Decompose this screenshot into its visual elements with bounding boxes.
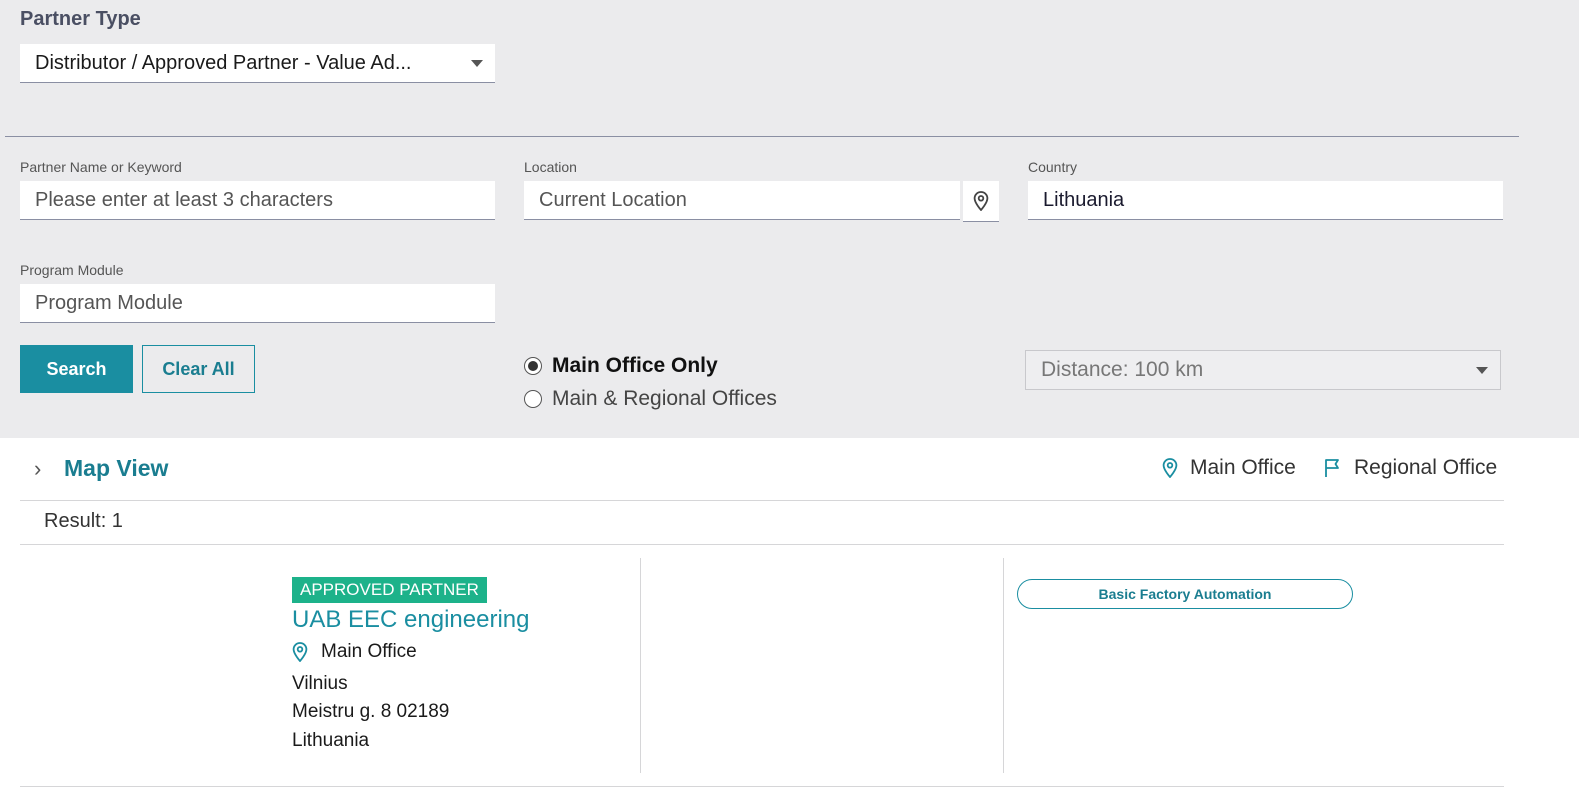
radio-main-regional-offices[interactable]: Main & Regional Offices — [524, 387, 777, 411]
location-input[interactable]: Current Location — [524, 181, 960, 220]
results-divider — [20, 544, 1504, 545]
location-label: Location — [524, 159, 577, 175]
filter-panel: Partner Type Distributor / Approved Part… — [0, 0, 1579, 438]
chevron-down-icon — [1476, 366, 1488, 374]
legend-main-label: Main Office — [1190, 456, 1296, 479]
result-count: Result: 1 — [44, 510, 123, 532]
approved-partner-badge: APPROVED PARTNER — [292, 577, 487, 603]
column-divider — [640, 558, 641, 773]
radio-label: Main & Regional Offices — [552, 387, 777, 410]
location-pin-icon — [1162, 458, 1178, 478]
distance-select[interactable]: Distance: 100 km — [1025, 350, 1501, 390]
column-divider — [1003, 558, 1004, 773]
keyword-label: Partner Name or Keyword — [20, 159, 182, 175]
radio-checked-icon — [524, 357, 542, 375]
flag-icon — [1325, 459, 1339, 477]
address-street: Meistru g. 8 02189 — [292, 701, 450, 722]
program-module-input[interactable]: Program Module — [20, 284, 495, 323]
legend-main-office: Main Office — [1162, 456, 1296, 480]
map-view-title: Map View — [64, 455, 169, 481]
radio-unchecked-icon — [524, 390, 542, 408]
distance-value: Distance: 100 km — [1041, 358, 1204, 381]
partner-type-heading: Partner Type — [20, 8, 141, 30]
country-label: Country — [1028, 159, 1078, 175]
results-divider-top — [20, 500, 1504, 501]
address-city: Vilnius — [292, 673, 348, 694]
locate-me-button[interactable] — [963, 181, 999, 222]
legend-regional-office: Regional Office — [1324, 456, 1497, 480]
search-button[interactable]: Search — [20, 345, 133, 393]
location-pin-icon — [973, 191, 989, 211]
chevron-right-icon: › — [34, 455, 42, 481]
results-divider-bottom — [20, 786, 1504, 787]
partner-type-select[interactable]: Distributor / Approved Partner - Value A… — [20, 44, 495, 83]
office-type-label: Main Office — [321, 641, 417, 662]
office-type: Main Office — [292, 641, 417, 663]
partner-type-value: Distributor / Approved Partner - Value A… — [35, 51, 412, 74]
location-pin-icon — [292, 642, 308, 662]
clear-all-button[interactable]: Clear All — [142, 345, 255, 393]
map-view-toggle[interactable]: › Map View — [20, 455, 168, 482]
radio-main-office-only[interactable]: Main Office Only — [524, 354, 718, 378]
address-country: Lithuania — [292, 730, 370, 751]
country-input[interactable]: Lithuania — [1028, 181, 1503, 220]
module-tag[interactable]: Basic Factory Automation — [1017, 579, 1353, 609]
chevron-down-icon — [471, 59, 483, 67]
partner-name-link[interactable]: UAB EEC engineering — [292, 606, 529, 634]
legend-regional-label: Regional Office — [1354, 456, 1498, 479]
radio-label: Main Office Only — [552, 354, 718, 377]
program-module-label: Program Module — [20, 262, 124, 278]
filter-divider — [5, 136, 1519, 137]
keyword-input[interactable]: Please enter at least 3 characters — [20, 181, 495, 220]
